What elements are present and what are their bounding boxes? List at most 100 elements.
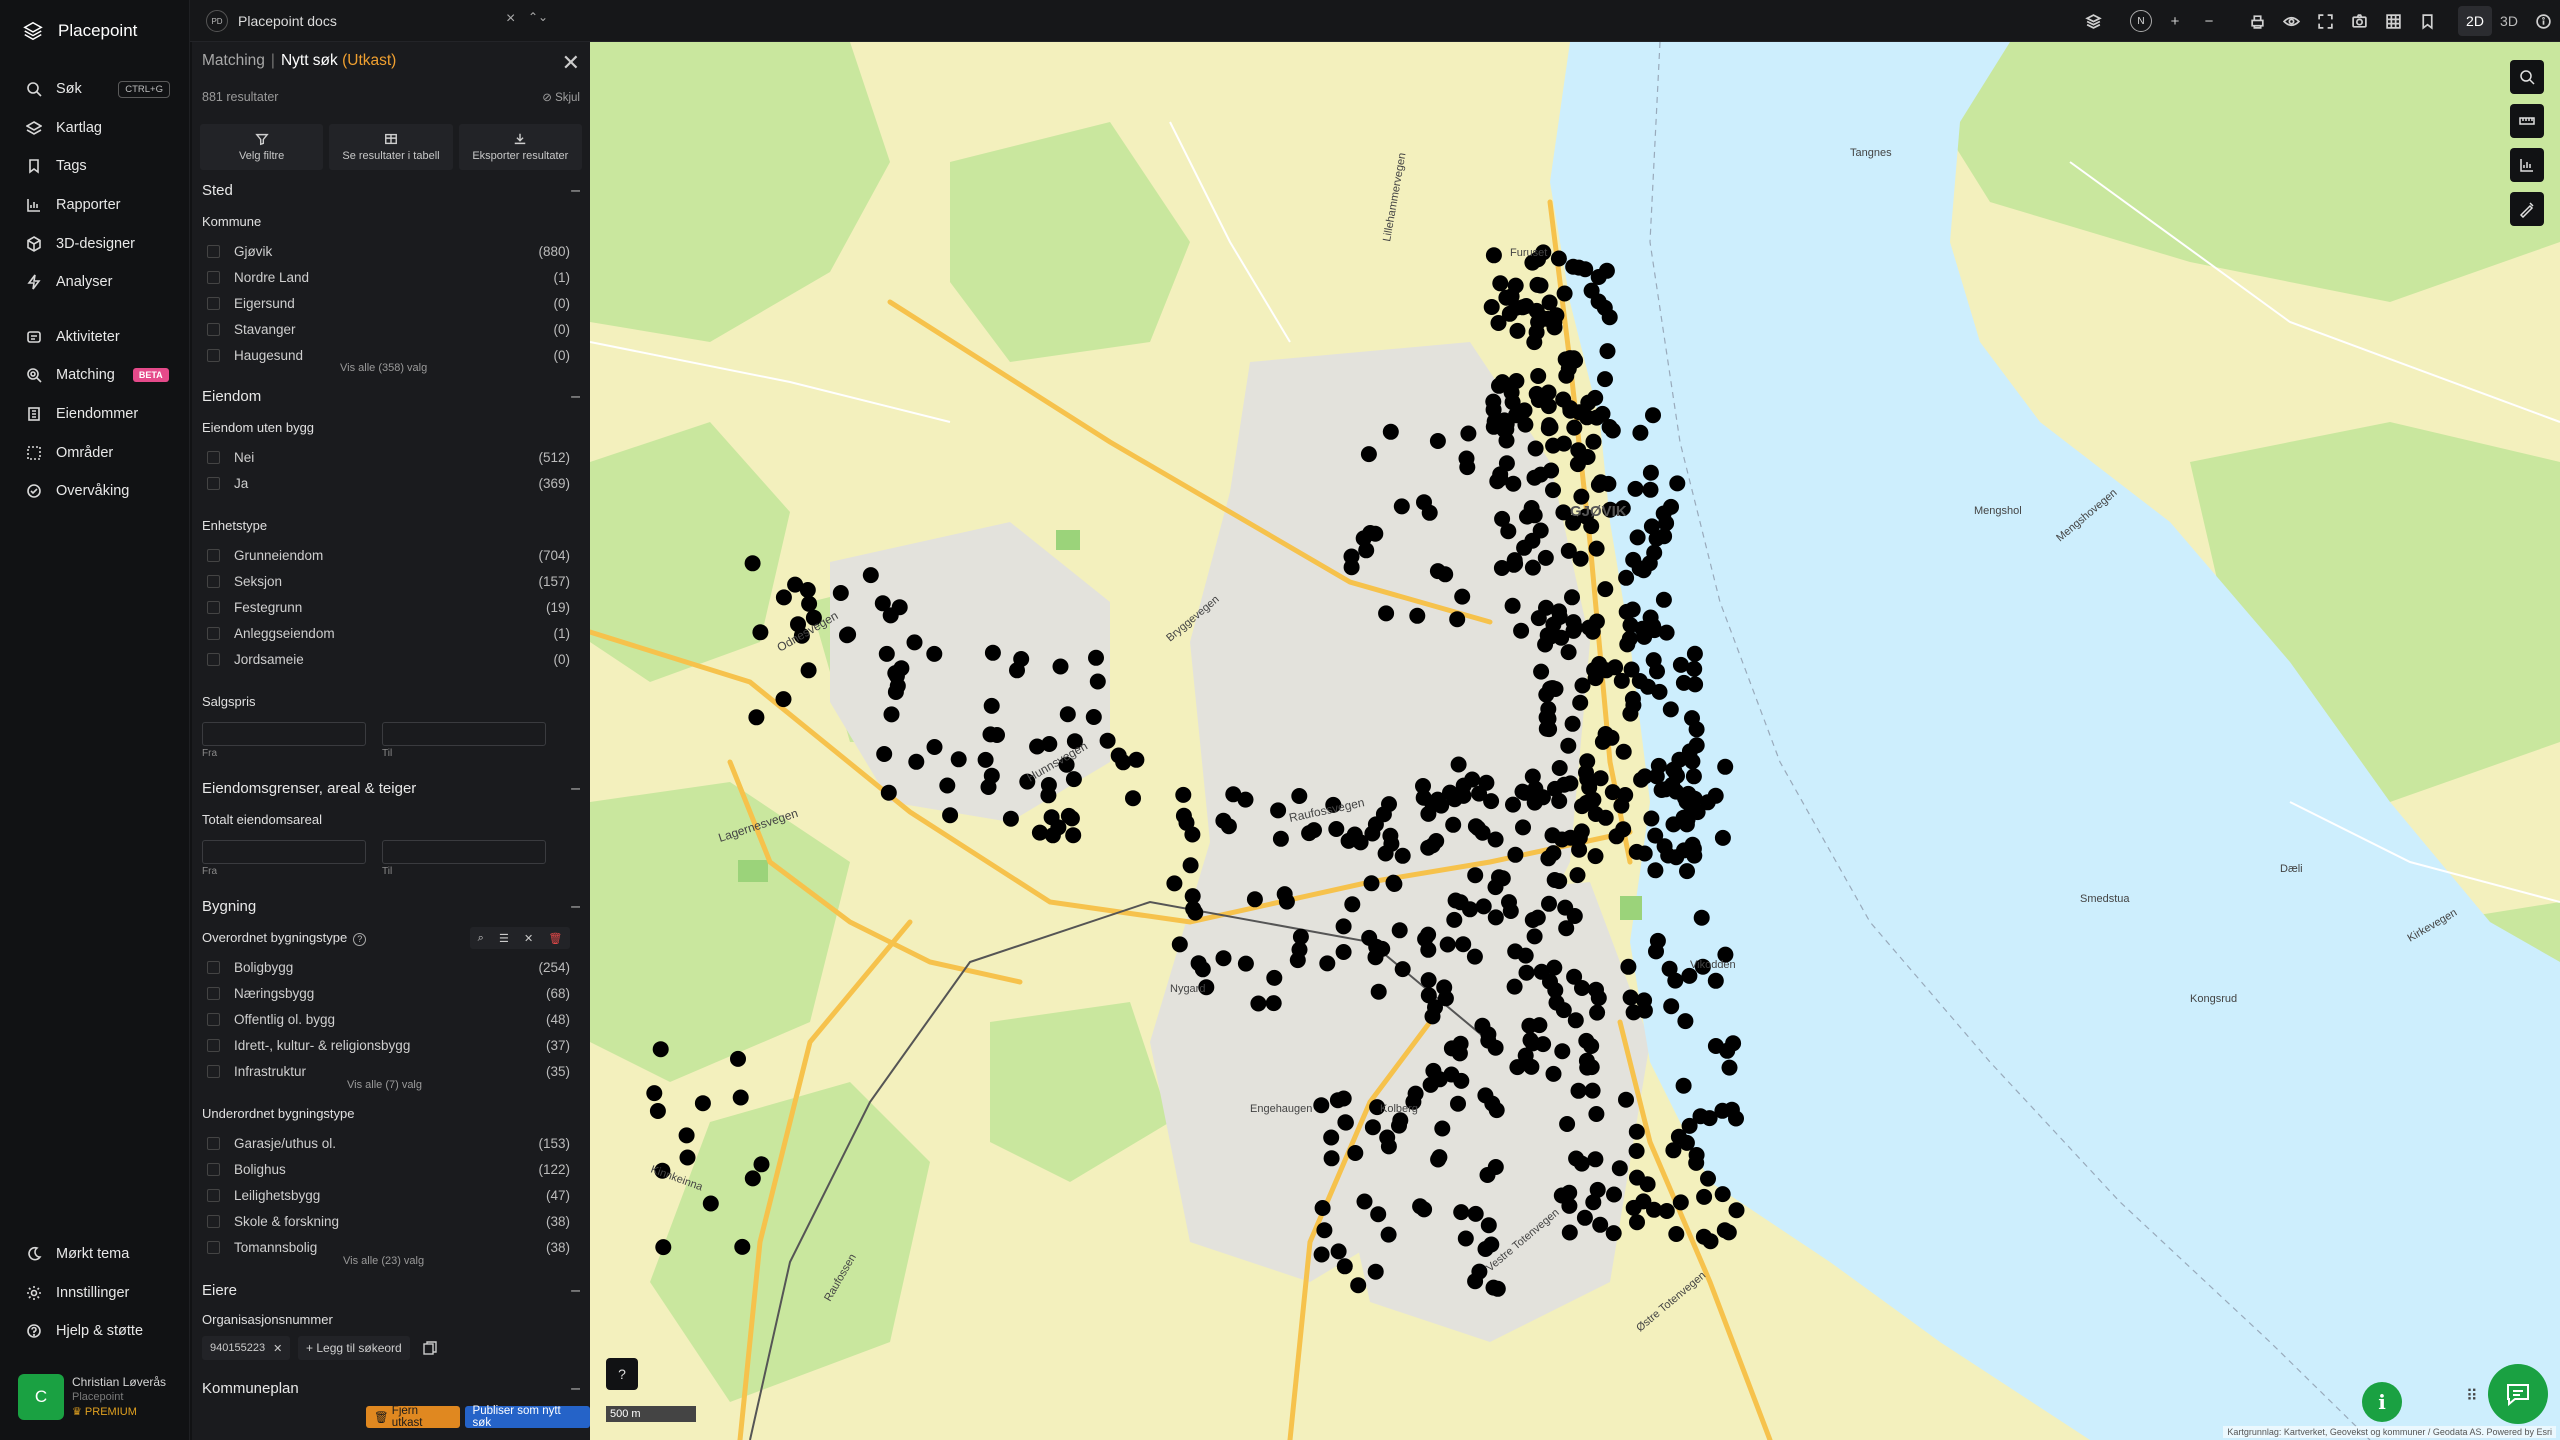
property-marker[interactable] (1429, 433, 1446, 449)
grid-button[interactable] (2376, 0, 2410, 42)
property-marker[interactable] (1171, 936, 1188, 953)
property-marker[interactable] (1537, 636, 1554, 653)
property-marker[interactable] (1115, 754, 1132, 771)
draw-button[interactable] (2510, 192, 2544, 226)
property-marker[interactable] (1597, 371, 1613, 388)
property-marker[interactable] (1184, 888, 1201, 905)
property-marker[interactable] (1664, 776, 1681, 793)
app-logo[interactable]: Placepoint (22, 20, 137, 42)
property-marker[interactable] (1611, 1160, 1628, 1177)
property-marker[interactable] (1089, 673, 1106, 690)
filter-row[interactable]: Nordre Land (1) (202, 266, 570, 288)
property-marker[interactable] (1645, 652, 1662, 669)
property-marker[interactable] (1643, 810, 1660, 827)
property-marker[interactable] (1679, 863, 1695, 880)
property-marker[interactable] (1589, 1004, 1606, 1021)
property-marker[interactable] (1527, 440, 1544, 457)
property-marker[interactable] (1040, 787, 1057, 804)
property-marker[interactable] (1488, 1102, 1505, 1119)
collapse-icon[interactable]: – (571, 1380, 580, 1398)
property-marker[interactable] (1681, 743, 1698, 760)
property-marker[interactable] (1714, 1186, 1731, 1203)
property-marker[interactable] (1029, 738, 1046, 755)
property-marker[interactable] (1569, 456, 1586, 473)
property-marker[interactable] (1166, 875, 1183, 892)
property-marker[interactable] (1636, 768, 1653, 785)
property-marker[interactable] (1561, 1224, 1578, 1241)
property-marker[interactable] (1695, 1228, 1712, 1245)
property-marker[interactable] (1380, 1226, 1397, 1243)
property-marker[interactable] (1059, 706, 1076, 723)
property-marker[interactable] (1668, 1226, 1685, 1242)
measure-button[interactable] (2510, 104, 2544, 138)
nav-item-dark-theme[interactable]: Mørkt tema (0, 1235, 190, 1274)
property-marker[interactable] (1571, 841, 1588, 858)
property-marker[interactable] (1246, 891, 1263, 908)
property-marker[interactable] (1477, 1087, 1494, 1104)
property-marker[interactable] (1344, 896, 1361, 913)
property-marker[interactable] (1542, 973, 1558, 990)
property-marker[interactable] (800, 662, 817, 679)
property-marker[interactable] (1565, 622, 1582, 639)
filter-row[interactable]: Bolighus (122) (202, 1158, 570, 1180)
property-marker[interactable] (1485, 247, 1502, 264)
property-marker[interactable] (1237, 955, 1254, 972)
property-marker[interactable] (1556, 285, 1573, 302)
drag-handle-icon[interactable]: ⠿ (2466, 1386, 2478, 1406)
property-marker[interactable] (1663, 998, 1680, 1015)
property-marker[interactable] (1420, 941, 1437, 958)
property-marker[interactable] (775, 589, 792, 606)
north-button[interactable]: N (2124, 0, 2158, 42)
property-marker[interactable] (1422, 1076, 1439, 1093)
property-marker[interactable] (840, 626, 857, 643)
property-marker[interactable] (1569, 867, 1586, 884)
zoom-in-button[interactable]: + (2158, 0, 2192, 42)
property-marker[interactable] (1487, 1159, 1504, 1175)
property-marker[interactable] (1266, 969, 1283, 986)
property-marker[interactable] (1088, 649, 1104, 666)
property-marker[interactable] (1370, 1206, 1387, 1223)
property-marker[interactable] (1544, 680, 1561, 697)
property-marker[interactable] (1504, 597, 1521, 614)
nav-item-matching[interactable]: Matching BETA (0, 356, 190, 395)
section-kommuneplan[interactable]: Kommuneplan – (202, 1380, 580, 1397)
nav-item-analyser[interactable]: Analyser (0, 263, 190, 302)
property-marker[interactable] (787, 576, 804, 593)
property-marker[interactable] (1628, 1123, 1645, 1140)
property-marker[interactable] (1545, 482, 1561, 499)
property-marker[interactable] (1570, 1082, 1587, 1099)
property-marker[interactable] (1478, 774, 1495, 791)
search-icon[interactable]: ⌕ (478, 932, 484, 945)
property-marker[interactable] (1466, 948, 1483, 965)
property-marker[interactable] (1449, 611, 1466, 628)
property-marker[interactable] (1467, 1273, 1484, 1290)
property-marker[interactable] (1178, 814, 1195, 831)
property-marker[interactable] (1668, 849, 1685, 866)
checkbox[interactable] (207, 450, 220, 464)
property-marker[interactable] (1665, 816, 1682, 833)
property-marker[interactable] (1532, 522, 1549, 539)
property-marker[interactable] (1433, 797, 1450, 814)
nav-item-tags[interactable]: Tags (0, 147, 190, 186)
property-marker[interactable] (1494, 510, 1511, 527)
property-marker[interactable] (1462, 901, 1478, 918)
property-marker[interactable] (1618, 569, 1635, 586)
property-marker[interactable] (942, 807, 959, 824)
checkbox[interactable] (207, 600, 220, 614)
areal-from-input[interactable] (202, 840, 366, 864)
property-marker[interactable] (1052, 658, 1069, 675)
property-marker[interactable] (1560, 737, 1577, 754)
property-marker[interactable] (679, 1149, 696, 1166)
property-marker[interactable] (1564, 589, 1580, 606)
property-marker[interactable] (1607, 659, 1624, 676)
property-marker[interactable] (1675, 674, 1692, 691)
property-marker[interactable] (1560, 542, 1577, 559)
checkbox[interactable] (207, 960, 220, 974)
property-marker[interactable] (1622, 989, 1639, 1006)
property-marker[interactable] (1356, 1193, 1373, 1210)
property-marker[interactable] (1361, 929, 1378, 946)
property-marker[interactable] (652, 1041, 669, 1058)
property-marker[interactable] (983, 697, 1000, 714)
property-marker[interactable] (1572, 694, 1589, 711)
checkbox[interactable] (207, 1240, 220, 1254)
